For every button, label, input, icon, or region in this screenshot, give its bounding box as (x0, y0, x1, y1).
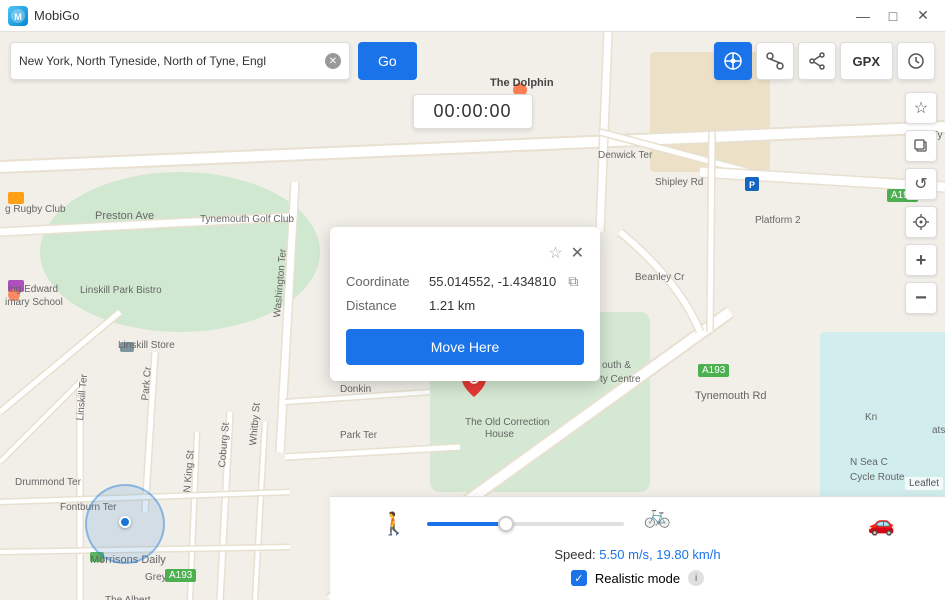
speed-slider-track[interactable] (427, 522, 623, 526)
history-button[interactable] (897, 42, 935, 80)
move-here-button[interactable]: Move Here (346, 329, 584, 365)
popup-close-button[interactable]: ✕ (571, 243, 584, 263)
search-text: New York, North Tyneside, North of Tyne,… (19, 54, 319, 68)
top-toolbar: New York, North Tyneside, North of Tyne,… (10, 42, 935, 80)
transport-selector: 🚶 🚲 🚗 (360, 511, 915, 537)
minimize-button[interactable]: — (849, 5, 877, 27)
favorites-button[interactable]: ☆ (905, 92, 937, 124)
speed-value: 5.50 m/s, 19.80 km/h (599, 547, 720, 562)
coord-value: 55.014552, -1.434810 (429, 274, 556, 289)
recenter-button[interactable]: ↺ (905, 168, 937, 200)
speed-slider-thumb[interactable] (498, 516, 514, 532)
speed-display: Speed: 5.50 m/s, 19.80 km/h (360, 547, 915, 562)
close-button[interactable]: ✕ (909, 5, 937, 27)
svg-text:M: M (14, 12, 22, 22)
coordinate-popup: ☆ ✕ Coordinate 55.014552, -1.434810 ⧉ Di… (330, 227, 600, 381)
search-clear-button[interactable]: ✕ (325, 53, 341, 69)
route-tool-button[interactable] (756, 42, 794, 80)
go-button[interactable]: Go (358, 42, 417, 80)
gpx-button[interactable]: GPX (840, 42, 893, 80)
speed-label: Speed: (554, 547, 595, 562)
right-sidebar: ☆ ↺ + − (905, 92, 937, 314)
walk-icon[interactable]: 🚶 (380, 511, 407, 537)
locate-me-button[interactable] (905, 206, 937, 238)
app-title: MobiGo (34, 8, 80, 23)
map-tools: GPX (714, 42, 935, 80)
titlebar-left: M MobiGo (8, 6, 80, 26)
coord-label: Coordinate (346, 274, 421, 289)
copy-map-button[interactable] (905, 130, 937, 162)
speed-slider-fill (427, 522, 506, 526)
zoom-in-button[interactable]: + (905, 244, 937, 276)
search-box[interactable]: New York, North Tyneside, North of Tyne,… (10, 42, 350, 80)
location-dot (119, 516, 131, 528)
maximize-button[interactable]: □ (879, 5, 907, 27)
copy-coord-button[interactable]: ⧉ (568, 273, 578, 290)
teleport-tool-button[interactable] (714, 42, 752, 80)
popup-header: ☆ ✕ (346, 243, 584, 263)
speed-panel: 🚶 🚲 🚗 Speed: 5.50 m/s, 19.80 km/h ✓ Real… (330, 496, 945, 600)
distance-value: 1.21 km (429, 298, 475, 313)
realistic-mode-label: Realistic mode (595, 571, 680, 586)
leaflet-attribution: Leaflet (905, 477, 943, 490)
favorite-button[interactable]: ☆ (548, 243, 562, 263)
info-button[interactable]: i (688, 570, 704, 586)
app-logo: M (8, 6, 28, 26)
car-icon[interactable]: 🚗 (868, 511, 895, 537)
distance-row: Distance 1.21 km (346, 298, 584, 313)
map-container[interactable]: P The Dolphin The Old Correction House P… (0, 32, 945, 600)
bike-icon[interactable]: 🚲 (644, 503, 671, 529)
distance-label: Distance (346, 298, 421, 313)
titlebar: M MobiGo — □ ✕ (0, 0, 945, 32)
timer-display: 00:00:00 (412, 94, 532, 129)
realistic-mode-checkbox[interactable]: ✓ (571, 570, 587, 586)
zoom-out-button[interactable]: − (905, 282, 937, 314)
window-controls: — □ ✕ (849, 5, 937, 27)
realistic-mode-row: ✓ Realistic mode i (360, 570, 915, 586)
share-button[interactable] (798, 42, 836, 80)
coordinate-row: Coordinate 55.014552, -1.434810 ⧉ (346, 273, 584, 290)
svg-text:P: P (749, 180, 755, 190)
